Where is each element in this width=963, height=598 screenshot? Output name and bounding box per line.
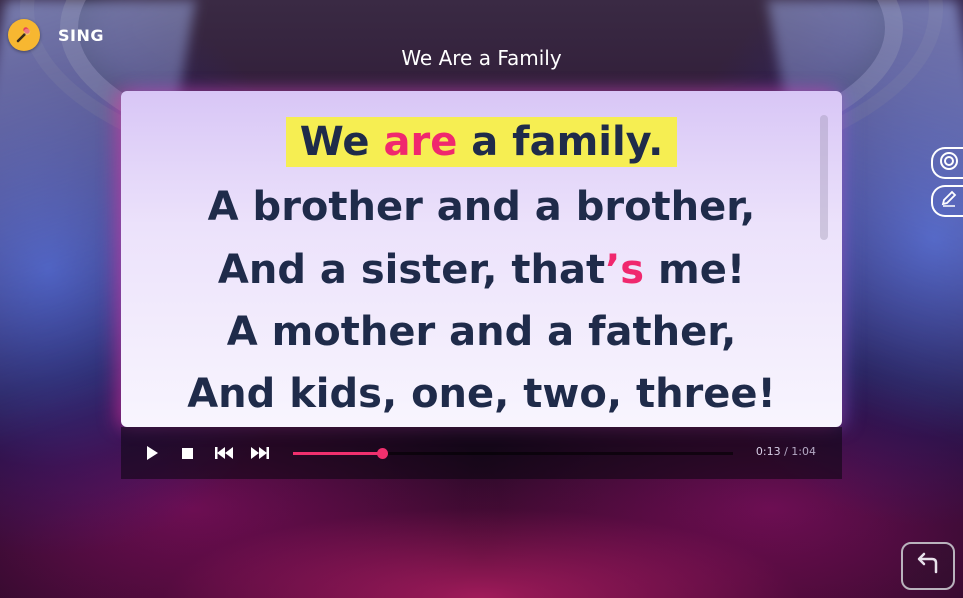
progress-fill: [293, 452, 383, 455]
target-icon: [938, 151, 958, 175]
lyric-text: We: [299, 119, 384, 165]
previous-icon[interactable]: [213, 444, 235, 462]
sing-mode-label: SING: [58, 25, 104, 45]
play-icon[interactable]: [143, 444, 161, 462]
lyric-text: me!: [644, 247, 746, 293]
progress-knob[interactable]: [377, 448, 389, 459]
player-bar: 0:13 / 1:04: [121, 427, 842, 479]
lyric-line: A brother and a brother,: [207, 184, 756, 230]
total-time: 1:04: [791, 445, 816, 458]
lyric-line: And a sister, that’s me!: [121, 245, 842, 295]
lyric-text: a family.: [457, 119, 664, 165]
lyric-sung-word: are: [383, 119, 458, 165]
stop-icon[interactable]: [178, 444, 196, 462]
lyric-line: And kids, one, two, three!: [187, 371, 776, 417]
lyric-sung-word: ’s: [605, 247, 645, 293]
lyric-line: A mother and a father,: [226, 309, 737, 355]
song-title: We Are a Family: [401, 46, 562, 70]
lyrics-panel: We are a family. A brother and a brother…: [121, 91, 842, 427]
time-separator: /: [780, 445, 792, 458]
target-button[interactable]: [931, 147, 963, 179]
pencil-icon: [938, 189, 958, 213]
time-display: 0:13 / 1:04: [756, 445, 816, 458]
current-line-highlight: We are a family.: [285, 117, 678, 167]
lyric-line-current: We are a family.: [121, 117, 842, 167]
back-button[interactable]: [901, 542, 955, 590]
back-arrow-icon: [914, 552, 942, 580]
next-icon[interactable]: [249, 444, 271, 462]
lyric-text: And a sister, that: [217, 247, 606, 293]
progress-track[interactable]: [293, 448, 733, 459]
current-time: 0:13: [755, 445, 781, 458]
pencil-button[interactable]: [931, 185, 963, 217]
